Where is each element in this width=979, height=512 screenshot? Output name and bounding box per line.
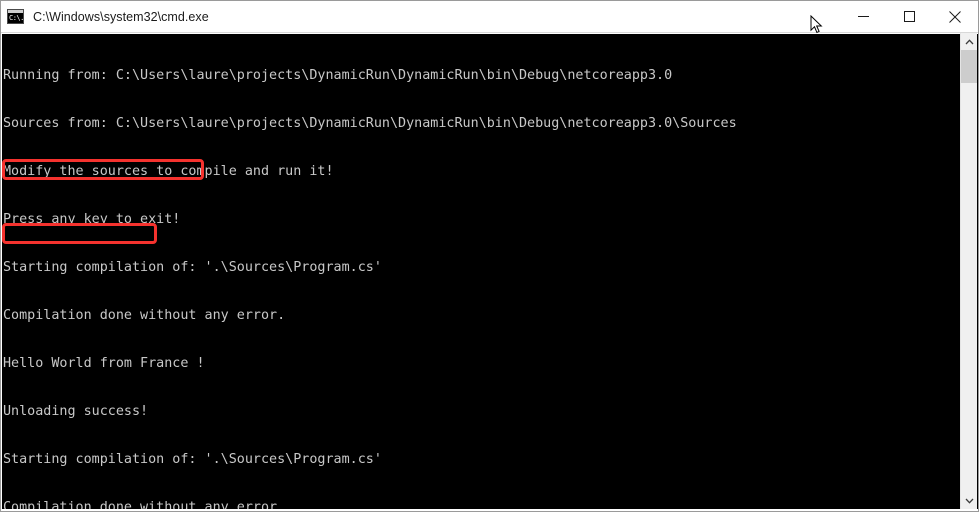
close-button[interactable] <box>932 1 978 32</box>
title-bar[interactable]: C:\. C:\Windows\system32\cmd.exe <box>1 1 978 33</box>
cmd-window: C:\. C:\Windows\system32\cmd.exe Running… <box>0 0 979 512</box>
console-line: Modify the sources to compile and run it… <box>3 164 334 179</box>
chevron-up-icon <box>965 38 973 44</box>
console-line: Starting compilation of: '.\Sources\Prog… <box>3 260 382 275</box>
minimize-button[interactable] <box>840 1 886 32</box>
window-controls <box>840 1 978 32</box>
console-line: Compilation done without any error. <box>3 500 286 509</box>
icon-title-strip <box>8 10 23 13</box>
console-line: Hello World from France ! <box>3 356 205 371</box>
console-text-block: Running from: C:\Users\laure\projects\Dy… <box>3 36 978 509</box>
console-output-area[interactable]: Running from: C:\Users\laure\projects\Dy… <box>2 34 978 509</box>
window-title: C:\Windows\system32\cmd.exe <box>33 9 209 24</box>
console-line: Starting compilation of: '.\Sources\Prog… <box>3 452 382 467</box>
console-line: Compilation done without any error. <box>3 308 286 323</box>
console-line: Press any key to exit! <box>3 212 181 227</box>
maximize-icon <box>903 11 915 22</box>
cmd-console-icon: C:\. <box>7 9 24 24</box>
icon-prompt-text: C:\. <box>9 14 24 22</box>
scroll-down-button[interactable] <box>961 492 977 509</box>
scrollbar-track[interactable] <box>961 50 977 492</box>
scrollbar-thumb[interactable] <box>961 50 977 83</box>
scroll-up-button[interactable] <box>961 33 977 50</box>
vertical-scrollbar[interactable] <box>960 33 977 509</box>
maximize-button[interactable] <box>886 1 932 32</box>
close-icon <box>949 10 961 23</box>
console-line: Sources from: C:\Users\laure\projects\Dy… <box>3 116 737 131</box>
console-line: Unloading success! <box>3 404 149 419</box>
chevron-down-icon <box>965 498 973 504</box>
minimize-icon <box>857 16 869 17</box>
console-line: Running from: C:\Users\laure\projects\Dy… <box>3 68 673 83</box>
